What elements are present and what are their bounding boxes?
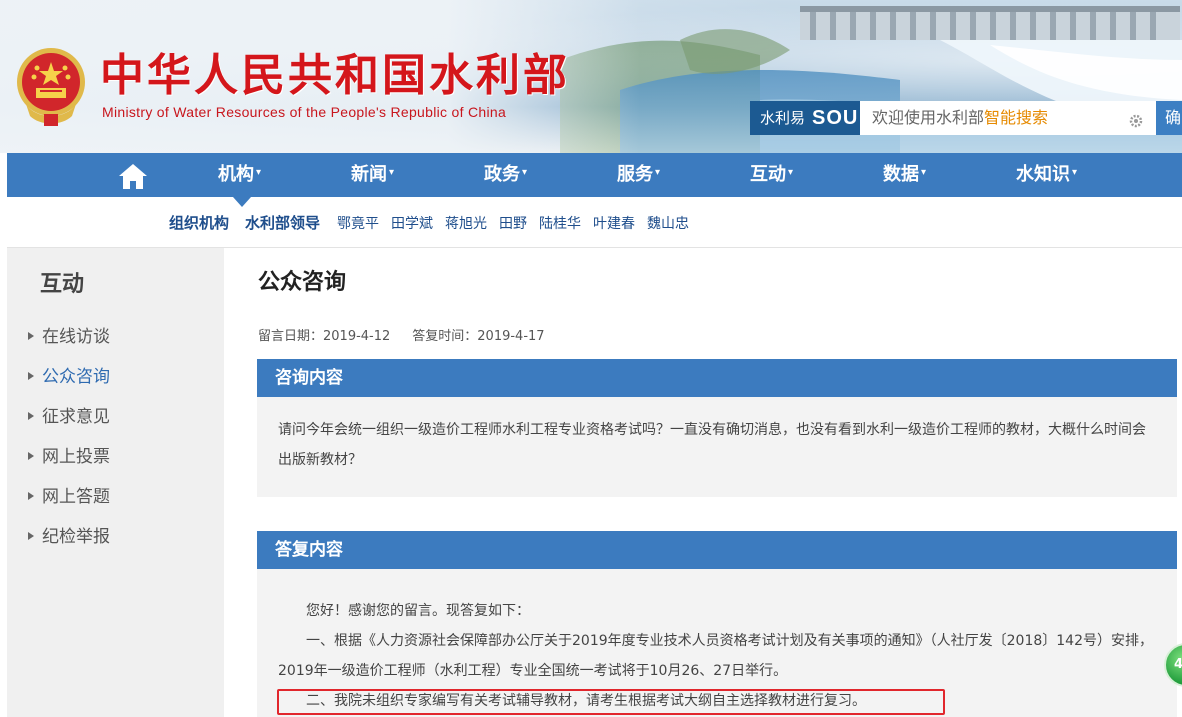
nav-item-label: 数据 — [883, 164, 919, 185]
nav-item-fuwu[interactable]: 服务 ▾ — [617, 153, 660, 197]
chevron-down-icon: ▾ — [389, 167, 395, 178]
home-icon[interactable] — [118, 162, 148, 190]
sidebar-item-label: 纪检举报 — [42, 527, 110, 547]
search-submit-button[interactable]: 确 — [1156, 101, 1182, 135]
search-input[interactable]: 欢迎使用水利部智能搜索 — [860, 101, 1156, 135]
chevron-down-icon: ▾ — [655, 167, 661, 178]
sidebar-item-label: 在线访谈 — [42, 327, 110, 347]
subnav-item-leader[interactable]: 魏山忠 — [647, 213, 689, 233]
sidebar-item-label: 网上答题 — [42, 487, 110, 507]
sidebar-item-online-vote[interactable]: 网上投票 — [28, 442, 110, 467]
nav-item-label: 服务 — [617, 164, 653, 185]
search-placeholder-prefix: 欢迎使用水利部 — [872, 108, 985, 127]
nav-item-shuizhishi[interactable]: 水知识 ▾ — [1016, 153, 1077, 197]
caret-right-icon — [28, 492, 34, 500]
site-title: 中华人民共和国水利部 — [100, 50, 570, 101]
nav-item-label: 水知识 — [1016, 164, 1070, 185]
subnav-item-leader[interactable]: 叶建春 — [593, 213, 635, 233]
nav-active-pointer — [233, 197, 251, 207]
question-text: 请问今年会统一组织一级造价工程师水利工程专业资格考试吗？一直没有确切消息，也没有… — [278, 422, 1146, 468]
nav-item-jigou[interactable]: 机构 ▾ — [218, 153, 261, 197]
nav-item-label: 政务 — [484, 164, 520, 185]
reply-date: 答复时间：2019-4-17 — [412, 329, 545, 344]
search-placeholder-highlight: 智能搜索 — [984, 108, 1049, 127]
nav-item-label: 新闻 — [351, 164, 387, 185]
search-brand: 水利易 SOU — [750, 101, 860, 135]
message-dates: 留言日期：2019-4-12 答复时间：2019-4-17 — [258, 325, 567, 344]
page-title: 公众咨询 — [258, 270, 347, 295]
sidebar-item-label: 公众咨询 — [42, 367, 110, 387]
nav-item-shuju[interactable]: 数据 ▾ — [883, 153, 926, 197]
sidebar-item-public-consultation[interactable]: 公众咨询 — [28, 362, 110, 387]
answer-greeting: 您好！感谢您的留言。现答复如下： — [306, 603, 530, 619]
caret-right-icon — [28, 412, 34, 420]
subnav-item-leader[interactable]: 陆桂华 — [539, 213, 581, 233]
answer-heading: 答复内容 — [275, 540, 343, 560]
answer-section-header: 答复内容 — [257, 531, 1177, 569]
subnav-item-leader[interactable]: 蒋旭光 — [445, 213, 487, 233]
national-emblem-icon — [17, 48, 85, 126]
chevron-down-icon: ▾ — [921, 167, 927, 178]
message-date: 留言日期：2019-4-12 — [258, 329, 391, 344]
caret-right-icon — [28, 332, 34, 340]
caret-right-icon — [28, 532, 34, 540]
caret-right-icon — [28, 372, 34, 380]
caret-right-icon — [28, 452, 34, 460]
sidebar-item-label: 网上投票 — [42, 447, 110, 467]
subnav-item-leader[interactable]: 鄂竟平 — [337, 213, 379, 233]
nav-item-hudong[interactable]: 互动 ▾ — [750, 153, 793, 197]
chevron-down-icon: ▾ — [1072, 167, 1078, 178]
sidebar-item-solicit-opinions[interactable]: 征求意见 — [28, 402, 110, 427]
subnav-item-leader[interactable]: 田学斌 — [391, 213, 433, 233]
chevron-down-icon: ▾ — [788, 167, 794, 178]
gear-icon[interactable] — [1129, 114, 1143, 128]
answer-point-1: 一、根据《人力资源社会保障部办公厅关于2019年度专业技术人员资格考试计划及有关… — [278, 633, 1153, 679]
nav-item-label: 机构 — [218, 164, 254, 185]
highlight-annotation-box — [277, 689, 945, 715]
search-brand-cn: 水利易 — [760, 109, 806, 127]
subnav-item-org[interactable]: 组织机构 — [169, 212, 229, 233]
sidebar-item-online-quiz[interactable]: 网上答题 — [28, 482, 110, 507]
nav-item-zhengwu[interactable]: 政务 ▾ — [484, 153, 527, 197]
main-nav — [7, 153, 1182, 197]
nav-item-xinwen[interactable]: 新闻 ▾ — [351, 153, 394, 197]
sidebar-item-label: 征求意见 — [42, 407, 110, 427]
question-heading: 咨询内容 — [275, 368, 343, 388]
search-brand-logo: SOU — [812, 107, 859, 129]
sidebar-title: 互动 — [40, 272, 85, 297]
sidebar-item-discipline-report[interactable]: 纪检举报 — [28, 522, 110, 547]
chevron-down-icon: ▾ — [522, 167, 528, 178]
subnav-item-leaders[interactable]: 水利部领导 — [245, 212, 320, 233]
site-subtitle: Ministry of Water Resources of the Peopl… — [102, 104, 507, 120]
question-section-header: 咨询内容 — [257, 359, 1177, 397]
subnav-item-leader[interactable]: 田野 — [499, 213, 527, 233]
chevron-down-icon: ▾ — [256, 167, 262, 178]
sidebar-item-online-interview[interactable]: 在线访谈 — [28, 322, 110, 347]
nav-item-label: 互动 — [750, 164, 786, 185]
